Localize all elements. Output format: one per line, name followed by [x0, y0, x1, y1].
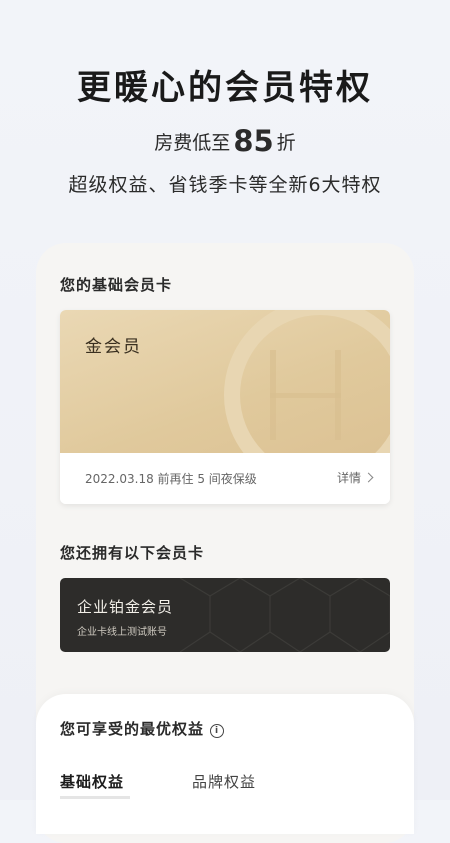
info-icon[interactable]: i: [210, 724, 225, 738]
benefits-panel: [36, 694, 414, 834]
discount-prefix: 房费低至: [154, 132, 231, 154]
retention-note: 2022.03.18 前再住 5 间夜保级: [85, 472, 257, 486]
details-label: 详情: [336, 471, 361, 485]
discount-line: 房费低至 85 折: [0, 124, 450, 158]
basic-card-section-label: 您的基础会员卡: [60, 276, 173, 294]
discount-value: 85: [233, 124, 274, 158]
details-link[interactable]: 详情: [336, 469, 374, 486]
features-text: 超级权益、省钱季卡等全新6大特权: [68, 174, 382, 196]
gold-member-card[interactable]: 金会员 2022.03.18 前再住 5 间夜保级 详情: [60, 310, 390, 504]
platinum-card-subtitle: 企业卡线上测试账号: [77, 627, 167, 638]
platinum-member-card[interactable]: 企业铂金会员 企业卡线上测试账号: [60, 578, 390, 652]
benefits-section-label: 您可享受的最优权益 i: [60, 718, 225, 739]
platinum-card-name: 企业铂金会员: [77, 598, 174, 616]
gold-card-face: 金会员: [60, 310, 390, 453]
hotel-emblem-icon: [224, 310, 390, 453]
gold-card-footer: 2022.03.18 前再住 5 间夜保级 详情: [60, 453, 390, 504]
active-tab-indicator: [60, 796, 130, 799]
discount-suffix: 折: [276, 132, 296, 154]
tab-brand-benefits[interactable]: 品牌权益: [192, 771, 256, 792]
gold-card-name: 金会员: [85, 337, 142, 357]
chevron-right-icon: [363, 472, 374, 483]
tab-basic-benefits[interactable]: 基础权益: [60, 771, 124, 792]
other-cards-section-label: 您还拥有以下会员卡: [60, 544, 205, 562]
page-title: 更暖心的会员特权: [77, 68, 373, 108]
benefits-label-text: 您可享受的最优权益: [60, 720, 205, 738]
